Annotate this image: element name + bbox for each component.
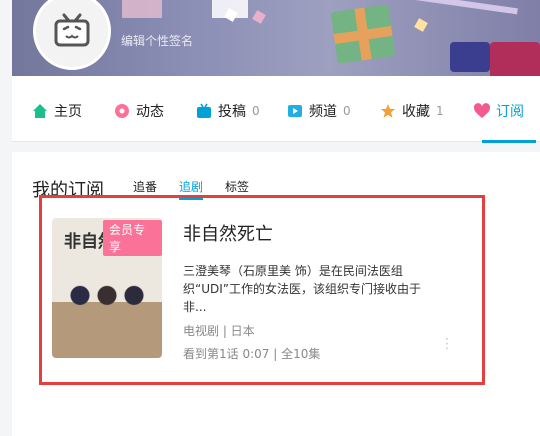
nav-channels-label: 频道: [309, 104, 337, 120]
show-meta: 电视剧 | 日本: [183, 324, 255, 338]
gift-box-illustration: [450, 42, 490, 72]
nav-home-label: 主页: [54, 104, 82, 120]
tv-icon: [196, 103, 212, 119]
nav-favorites[interactable]: 收藏 1: [380, 101, 444, 121]
more-vertical-icon[interactable]: ⋮: [440, 336, 454, 352]
star-icon: [380, 103, 396, 119]
nav-dynamics-label: 动态: [136, 104, 164, 120]
nav-posts-count: 0: [252, 104, 260, 118]
signature-input[interactable]: 编辑个性签名: [121, 32, 193, 49]
nav-posts[interactable]: 投稿 0: [196, 101, 260, 121]
nav-home[interactable]: 主页: [32, 101, 82, 121]
home-icon: [32, 103, 48, 119]
play-icon: [287, 103, 303, 119]
subscriptions-panel: 我的订阅 追番 追剧 标签 非自然死亡 会员专享 非自然死亡 三澄美琴（石原里美…: [12, 152, 540, 436]
nav-dynamics[interactable]: 动态: [114, 101, 164, 121]
poster-people-illustration: [62, 281, 152, 317]
nav-subscriptions[interactable]: 订阅: [473, 101, 524, 121]
nav-channels[interactable]: 频道 0: [287, 101, 351, 121]
tv-logo-icon: [54, 13, 90, 47]
profile-nav: 主页 动态 投稿 0 频道 0 收藏 1 订阅: [12, 76, 540, 143]
heart-icon: [473, 103, 491, 119]
show-info: 非自然死亡 三澄美琴（石原里美 饰）是在民间法医组 织“UDI”工作的女法医，该…: [183, 218, 451, 362]
show-title[interactable]: 非自然死亡: [183, 220, 451, 246]
nav-subscriptions-label: 订阅: [496, 104, 524, 120]
show-description: 三澄美琴（石原里美 饰）是在民间法医组 织“UDI”工作的女法医，该组织专门接收…: [183, 262, 443, 316]
banner-decoration: [122, 0, 162, 18]
description-line: 织“UDI”工作的女法医，该组织专门接收由于非...: [183, 282, 421, 314]
nav-channels-count: 0: [343, 104, 351, 118]
nav-favorites-label: 收藏: [402, 104, 430, 120]
watch-progress: 看到第1话 0:07 | 全10集: [183, 347, 321, 361]
gift-box-illustration: [330, 4, 396, 64]
description-line: 三澄美琴（石原里美 饰）是在民间法医组: [183, 264, 403, 278]
flower-icon: [114, 103, 130, 119]
vip-badge: 会员专享: [103, 220, 162, 256]
nav-favorites-count: 1: [436, 104, 444, 118]
subscription-card[interactable]: 非自然死亡 会员专享 非自然死亡 三澄美琴（石原里美 饰）是在民间法医组 织“U…: [52, 218, 454, 362]
banner-ribbon: [398, 0, 518, 15]
banner-confetti: [252, 10, 266, 24]
banner-confetti: [414, 18, 428, 32]
nav-posts-label: 投稿: [218, 104, 246, 120]
gift-box-illustration: [490, 42, 540, 76]
show-poster[interactable]: 非自然死亡 会员专享: [52, 218, 162, 358]
nav-active-indicator: [482, 140, 536, 143]
